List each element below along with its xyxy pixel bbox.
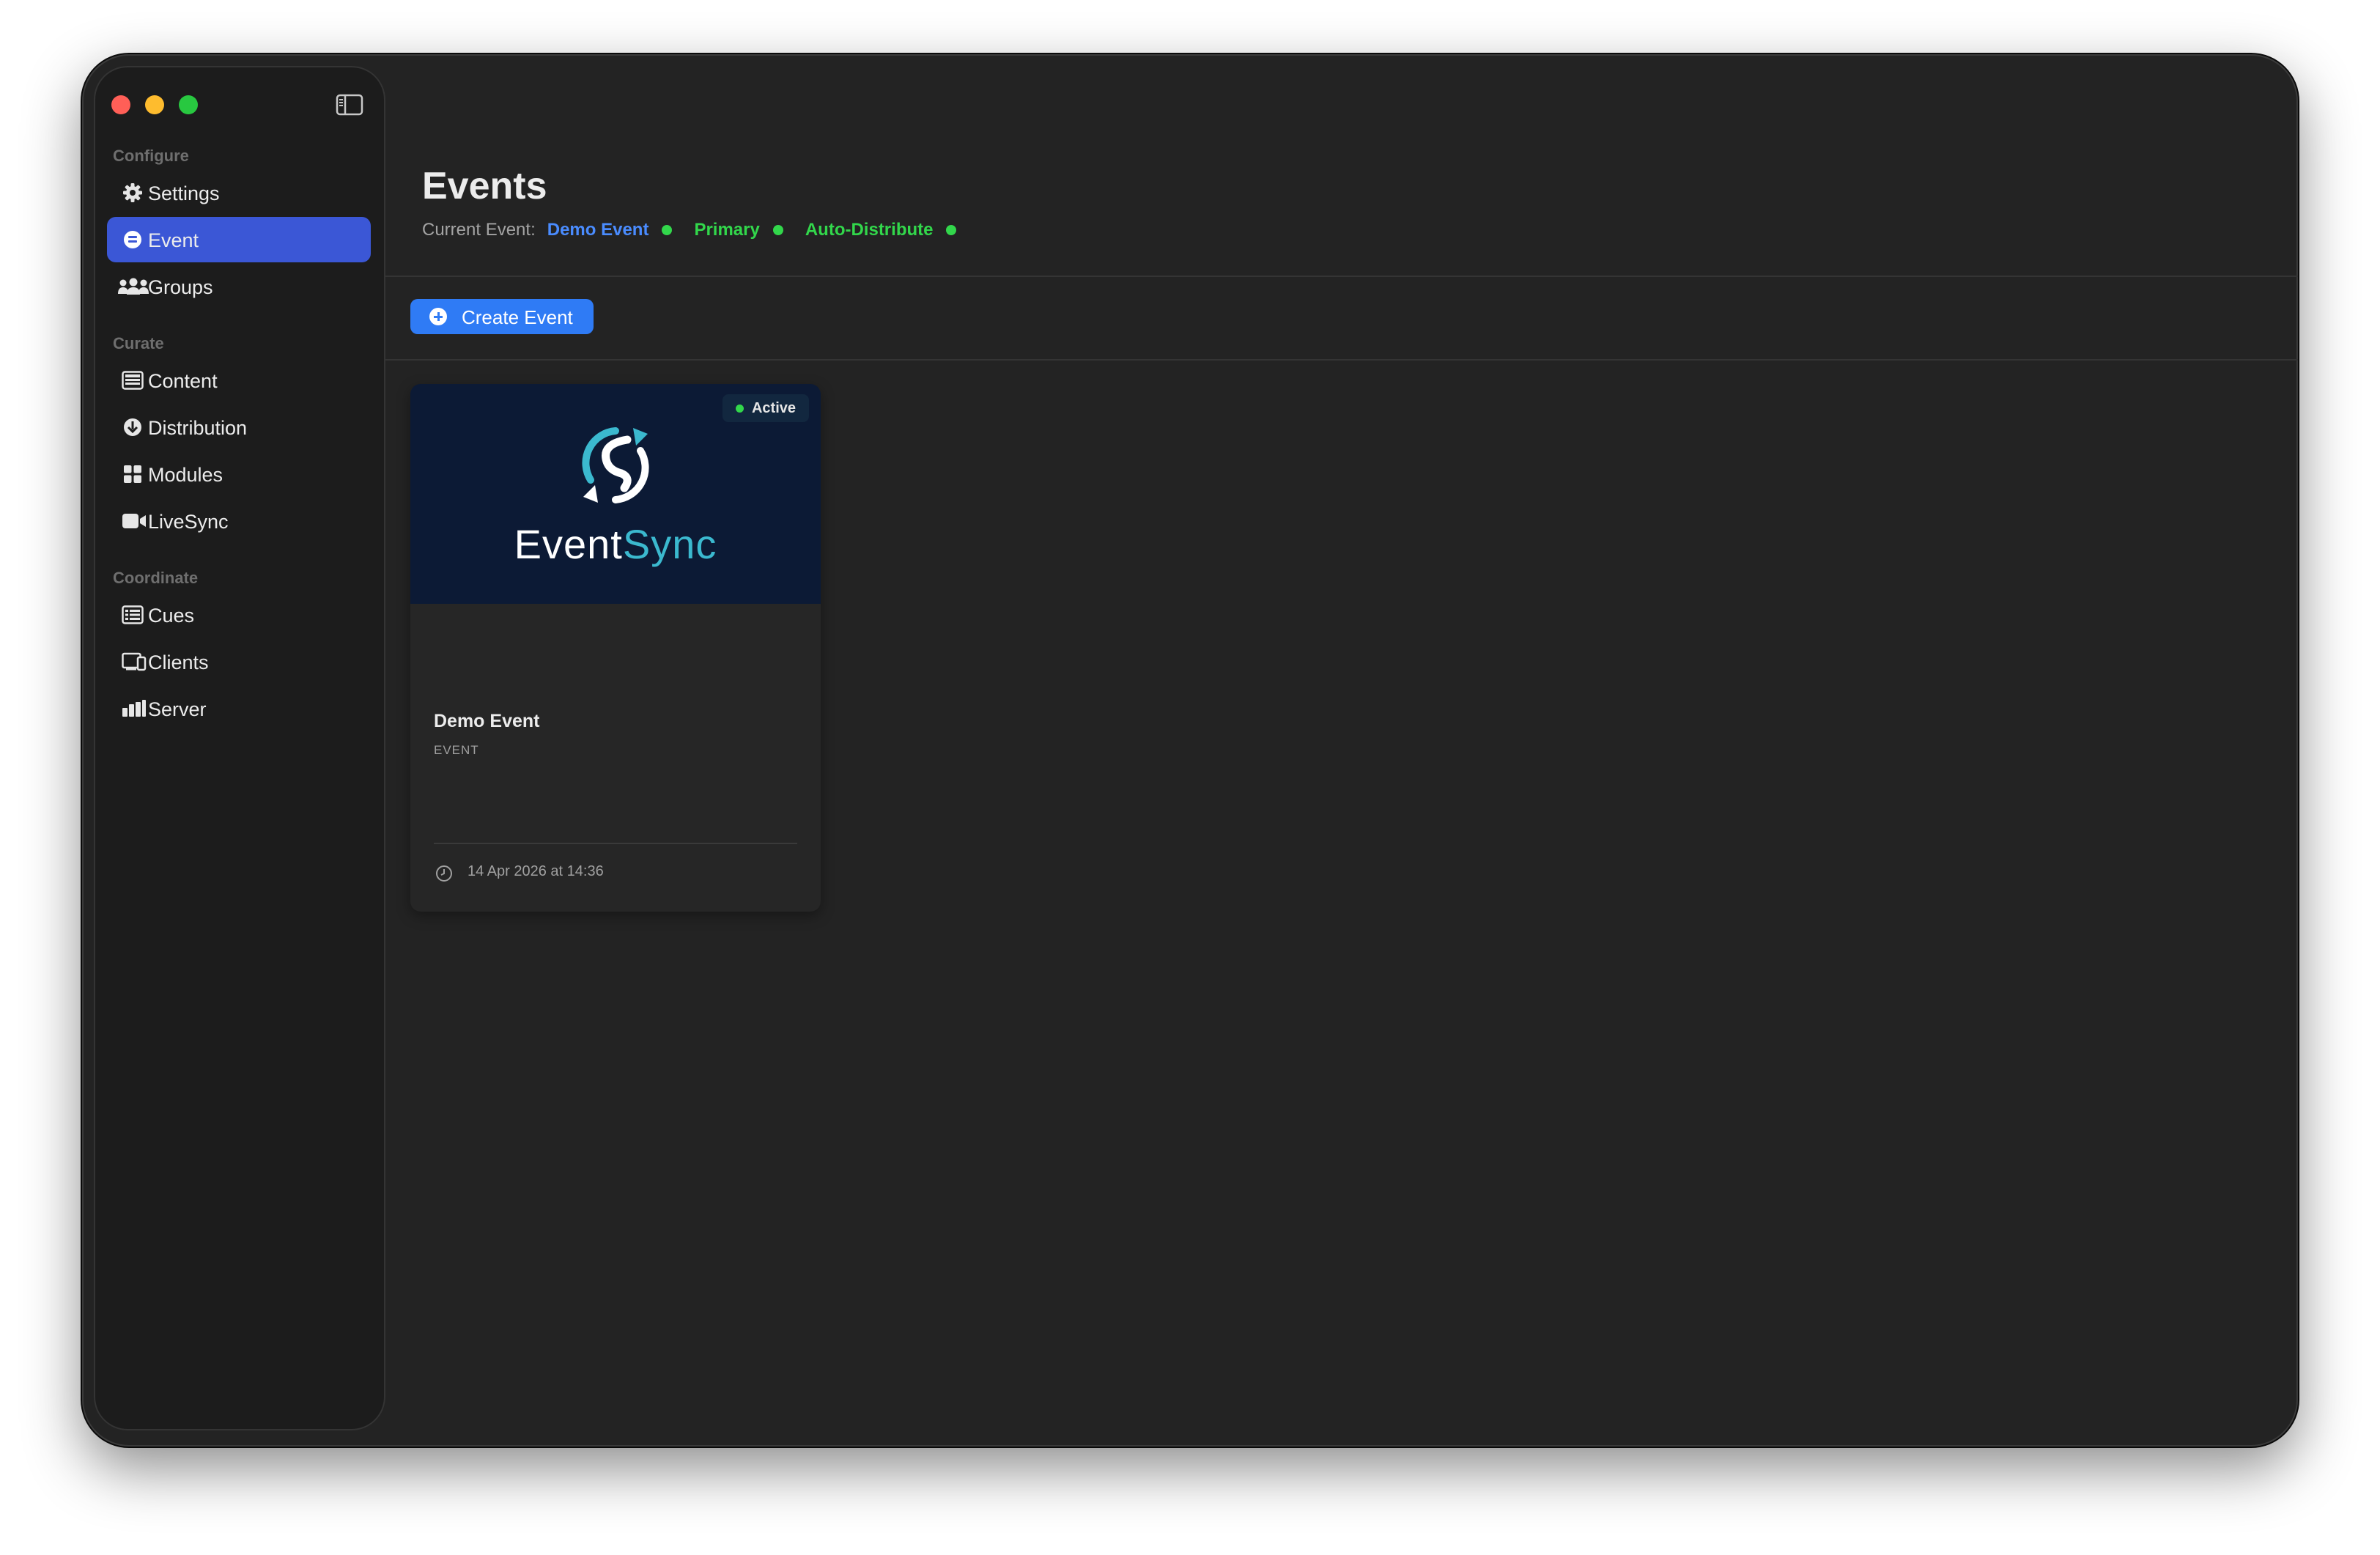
card-divider	[434, 843, 797, 844]
sidebar-item-label: Event	[148, 229, 199, 251]
header-divider	[385, 276, 2298, 277]
sidebar-toggle-icon[interactable]	[336, 94, 363, 116]
sidebar-item-server[interactable]: Server	[107, 686, 371, 731]
logo-wordmark: EventSync	[410, 520, 821, 568]
video-camera-icon	[122, 510, 147, 532]
download-circle-icon	[122, 416, 144, 438]
section-label-coordinate: Coordinate	[113, 569, 199, 587]
status-badge: Active	[722, 394, 809, 422]
plus-circle-icon	[429, 308, 447, 325]
sidebar-item-modules[interactable]: Modules	[107, 451, 371, 497]
event-name: Demo Event	[434, 711, 540, 731]
auto-distribute-status-label: Auto-Distribute	[805, 220, 934, 240]
bar-chart-icon	[122, 698, 147, 720]
sync-arrows-logo-icon	[582, 427, 649, 503]
create-event-button[interactable]: Create Event	[410, 299, 594, 334]
grid-icon	[122, 463, 144, 485]
gear-icon	[122, 182, 144, 204]
minimize-window-button[interactable]	[145, 95, 164, 114]
section-label-curate: Curate	[113, 334, 164, 352]
sidebar-item-event[interactable]: Event	[107, 217, 371, 262]
event-icon	[122, 229, 144, 251]
sidebar-item-content[interactable]: Content	[107, 358, 371, 403]
app-window: Configure Settings Event Groups Curate C…	[82, 54, 2298, 1447]
sidebar-item-label: Server	[148, 698, 207, 720]
sidebar-item-cues[interactable]: Cues	[107, 592, 371, 638]
page-title: Events	[422, 165, 547, 207]
clock-icon	[435, 865, 453, 882]
event-type: EVENT	[434, 743, 479, 757]
status-badge-dot	[735, 405, 744, 413]
current-event-link[interactable]: Demo Event	[547, 220, 649, 240]
sidebar: Configure Settings Event Groups Curate C…	[94, 66, 385, 1430]
list-icon	[122, 604, 144, 626]
sidebar-item-label: Modules	[148, 464, 223, 486]
sidebar-item-distribution[interactable]: Distribution	[107, 405, 371, 450]
auto-distribute-status-dot	[946, 225, 957, 235]
current-event-label: Current Event:	[422, 220, 536, 240]
close-window-button[interactable]	[111, 95, 130, 114]
primary-status-dot	[772, 225, 783, 235]
primary-status-label: Primary	[694, 220, 760, 240]
event-thumbnail: Active EventSync	[410, 384, 821, 604]
sidebar-item-clients[interactable]: Clients	[107, 639, 371, 684]
display-icon	[122, 651, 147, 673]
sidebar-item-livesync[interactable]: LiveSync	[107, 498, 371, 544]
status-badge-label: Active	[751, 399, 796, 416]
create-event-label: Create Event	[462, 306, 573, 328]
content-icon	[122, 369, 144, 391]
event-date: 14 Apr 2026 at 14:36	[468, 863, 604, 879]
sidebar-item-label: Groups	[148, 276, 213, 298]
logo-text-event: Event	[514, 521, 623, 567]
current-event-status: Current Event: Demo Event Primary Auto-D…	[422, 217, 978, 243]
sidebar-item-label: Distribution	[148, 417, 248, 439]
sidebar-item-label: LiveSync	[148, 511, 229, 533]
sidebar-item-groups[interactable]: Groups	[107, 264, 371, 309]
maximize-window-button[interactable]	[179, 95, 198, 114]
people-icon	[117, 276, 149, 298]
sidebar-item-settings[interactable]: Settings	[107, 170, 371, 215]
event-card[interactable]: Active EventSync Demo Event EVENT 14 Apr…	[410, 384, 821, 912]
toolbar-divider	[385, 359, 2298, 361]
current-event-status-dot	[662, 225, 673, 235]
sidebar-item-label: Cues	[148, 605, 195, 627]
section-label-configure: Configure	[113, 147, 189, 165]
sidebar-item-label: Clients	[148, 651, 209, 673]
sidebar-item-label: Content	[148, 370, 218, 392]
logo-text-sync: Sync	[622, 521, 717, 567]
sidebar-item-label: Settings	[148, 182, 220, 204]
